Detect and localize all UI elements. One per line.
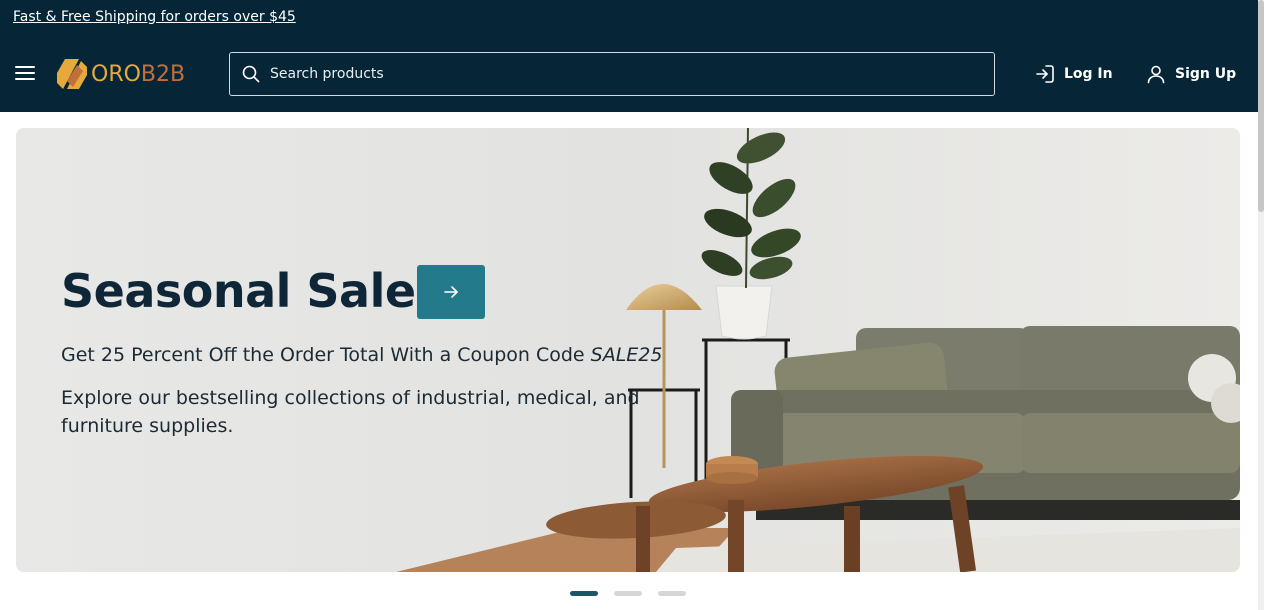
hamburger-menu-icon[interactable] xyxy=(15,65,35,81)
hero-coupon-text: Get 25 Percent Off the Order Total With … xyxy=(61,344,663,366)
page-scrollbar[interactable] xyxy=(1258,0,1264,610)
scrollbar-thumb[interactable] xyxy=(1258,0,1264,212)
search-box[interactable] xyxy=(229,52,995,96)
carousel-dot-1[interactable] xyxy=(570,591,598,596)
search-icon xyxy=(242,65,260,83)
hero-cta-button[interactable] xyxy=(417,265,485,319)
hero-description: Explore our bestselling collections of i… xyxy=(61,387,640,437)
promo-link[interactable]: Fast & Free Shipping for orders over $45 xyxy=(13,9,296,25)
login-icon xyxy=(1036,65,1054,83)
login-link[interactable]: Log In xyxy=(1035,62,1113,86)
hero-title: Seasonal Sale xyxy=(61,264,416,318)
user-icon xyxy=(1147,65,1165,84)
carousel-dot-2[interactable] xyxy=(614,591,642,596)
search-input[interactable] xyxy=(270,66,970,82)
site-header: Fast & Free Shipping for orders over $45… xyxy=(0,0,1258,112)
logo[interactable]: OROB2B xyxy=(55,57,185,91)
coupon-code: SALE25 xyxy=(590,344,663,366)
hero-banner[interactable]: Seasonal Sale Get 25 Percent Off the Ord… xyxy=(16,128,1240,572)
page: Fast & Free Shipping for orders over $45… xyxy=(0,0,1264,610)
logo-mark-icon xyxy=(57,59,87,89)
logo-text: OROB2B xyxy=(91,61,186,87)
signup-link[interactable]: Sign Up xyxy=(1146,62,1236,86)
carousel-dot-3[interactable] xyxy=(658,591,686,596)
arrow-right-icon xyxy=(444,286,458,298)
login-label: Log In xyxy=(1064,66,1113,82)
signup-label: Sign Up xyxy=(1175,66,1237,82)
